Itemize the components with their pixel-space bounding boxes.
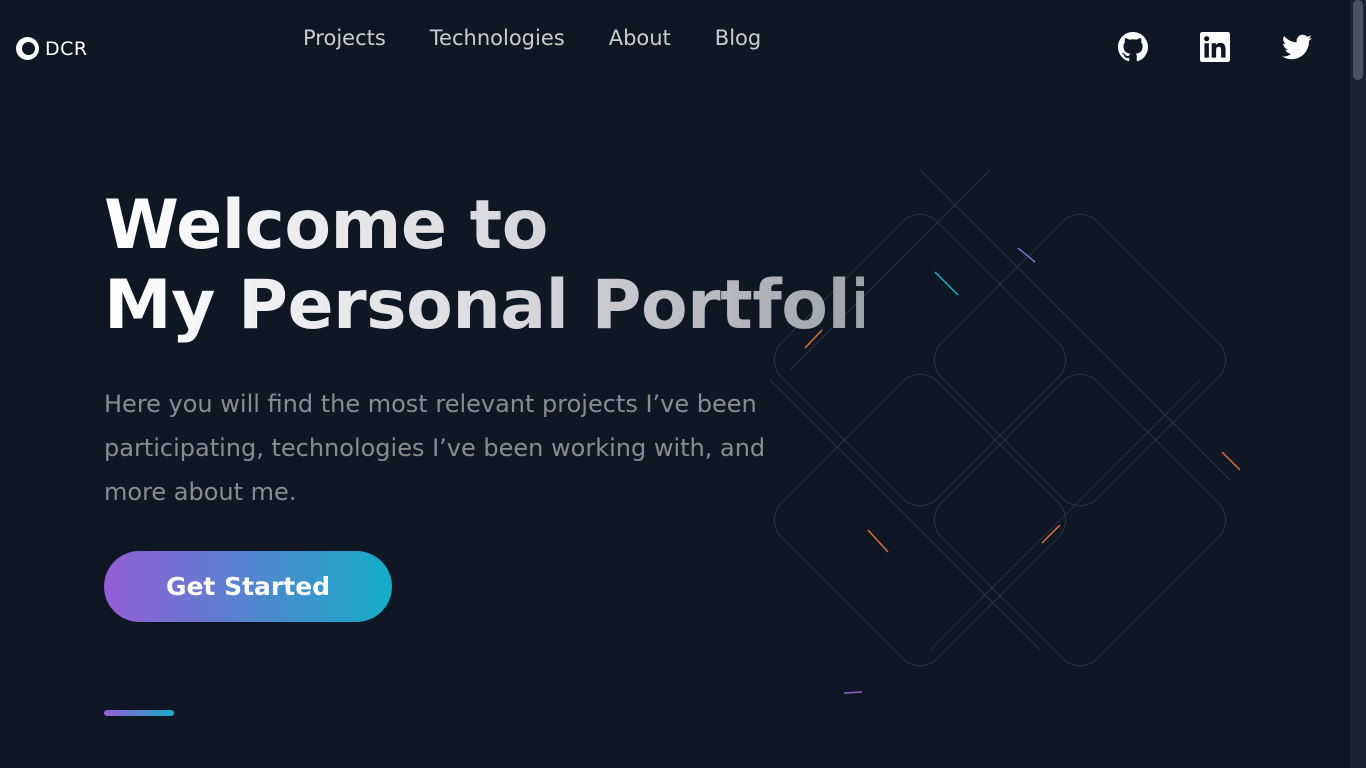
vertical-scrollbar[interactable] [1350,0,1366,768]
logo[interactable]: DCR [16,37,88,60]
logo-icon [16,37,39,60]
social-links [1118,32,1312,62]
logo-text: DCR [45,37,88,60]
hero-title-line-1: Welcome to [104,186,548,265]
hero-description: Here you will find the most relevant pro… [104,390,766,506]
site-header: DCR Projects Technologies About Blog [0,0,1350,96]
nav-link-projects[interactable]: Projects [303,26,386,50]
nav-link-about[interactable]: About [609,26,671,50]
scrollbar-thumb[interactable] [1353,0,1363,80]
hero-title: Welcome to My Personal Portfolio [104,186,864,346]
nav-link-blog[interactable]: Blog [715,26,761,50]
github-icon[interactable] [1118,32,1148,62]
twitter-icon[interactable] [1282,32,1312,62]
page: DCR Projects Technologies About Blog Wel… [0,0,1350,768]
section-divider [104,710,174,716]
main-nav: Projects Technologies About Blog [303,26,761,50]
get-started-button[interactable]: Get Started [104,551,392,622]
linkedin-icon[interactable] [1200,32,1230,62]
hero-section: Welcome to My Personal Portfolio Here yo… [104,186,864,514]
nav-link-technologies[interactable]: Technologies [430,26,565,50]
hero-title-line-2: My Personal Portfolio [104,266,920,345]
